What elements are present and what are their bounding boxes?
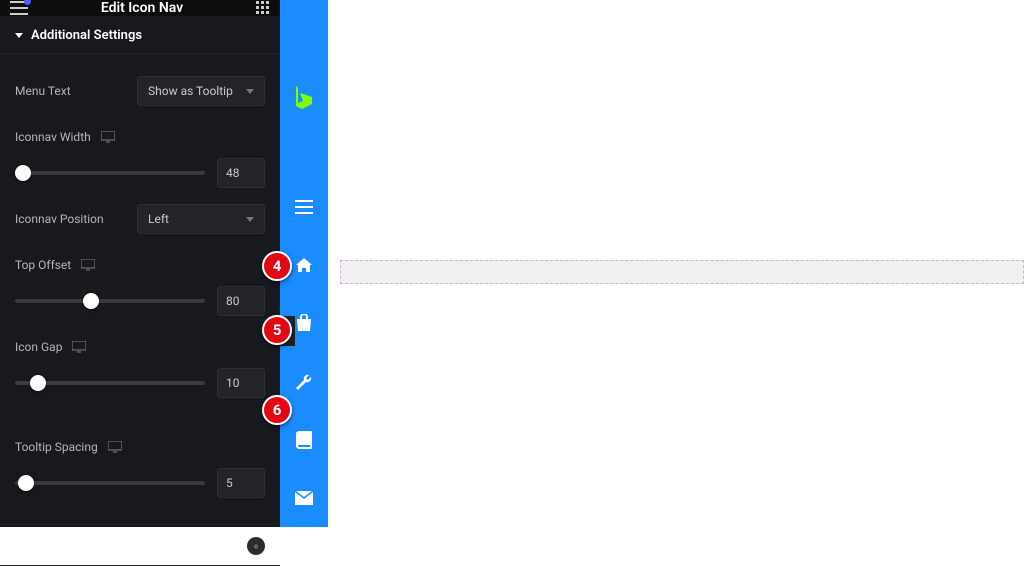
- selected-element-placeholder[interactable]: [340, 260, 1024, 284]
- caret-right-icon: [15, 542, 20, 550]
- slider-tooltip-spacing: 5: [15, 468, 265, 498]
- slider-track-top-offset[interactable]: [15, 291, 205, 311]
- apps-grid-icon[interactable]: [256, 1, 270, 15]
- panel-title: Edit Icon Nav: [28, 0, 256, 16]
- desktop-icon[interactable]: [108, 441, 122, 453]
- label-top-offset: Top Offset: [15, 258, 71, 272]
- slider-thumb[interactable]: [83, 293, 99, 309]
- label-menu-text: Menu Text: [15, 84, 71, 98]
- panel-header: Edit Icon Nav: [0, 0, 280, 16]
- nav-envelope-icon[interactable]: [280, 469, 328, 527]
- control-menu-text: Menu Text Show as Tooltip: [15, 76, 265, 106]
- chevron-down-icon: [246, 89, 254, 94]
- label-tooltip-spacing: Tooltip Spacing: [15, 440, 98, 454]
- select-value: Show as Tooltip: [148, 84, 233, 98]
- slider-thumb[interactable]: [15, 165, 31, 181]
- slider-track-icon-gap[interactable]: [15, 373, 205, 393]
- control-icon-gap: Icon Gap: [15, 332, 265, 362]
- slider-thumb[interactable]: [30, 375, 46, 391]
- slider-iconnav-width: 48: [15, 158, 265, 188]
- input-iconnav-width[interactable]: 48: [217, 158, 265, 188]
- preview-canvas: [328, 0, 1024, 527]
- control-iconnav-position: Iconnav Position Left: [15, 204, 265, 234]
- brand-logo-icon[interactable]: [290, 84, 318, 118]
- label-icon-gap: Icon Gap: [15, 340, 62, 354]
- input-tooltip-spacing[interactable]: 5: [217, 468, 265, 498]
- section-additional-settings[interactable]: Additional Settings: [0, 16, 280, 54]
- control-iconnav-width: Iconnav Width: [15, 122, 265, 152]
- editor-panel: Edit Icon Nav Additional Settings Menu T…: [0, 0, 280, 527]
- label-iconnav-position: Iconnav Position: [15, 212, 104, 226]
- slider-top-offset: 80: [15, 286, 265, 316]
- caret-down-icon: [15, 33, 23, 38]
- select-iconnav-position[interactable]: Left: [137, 204, 265, 234]
- annotation-4: 4: [262, 251, 292, 281]
- section-title: Additional Settings: [31, 28, 142, 43]
- desktop-icon[interactable]: [101, 131, 115, 143]
- control-tooltip-spacing: Tooltip Spacing: [15, 432, 265, 462]
- slider-track-tooltip-spacing[interactable]: [15, 473, 205, 493]
- select-menu-text[interactable]: Show as Tooltip: [137, 76, 265, 106]
- input-top-offset[interactable]: 80: [217, 286, 265, 316]
- select-value: Left: [148, 212, 169, 226]
- input-icon-gap[interactable]: 10: [217, 368, 265, 398]
- desktop-icon[interactable]: [72, 341, 86, 353]
- panel-body: Menu Text Show as Tooltip Iconnav Width …: [0, 54, 280, 524]
- label-iconnav-width: Iconnav Width: [15, 130, 91, 144]
- control-top-offset: Top Offset: [15, 250, 265, 280]
- svg-text:e: e: [254, 543, 258, 551]
- slider-thumb[interactable]: [18, 475, 34, 491]
- chevron-down-icon: [246, 217, 254, 222]
- desktop-icon[interactable]: [81, 259, 95, 271]
- dynamic-icon[interactable]: e: [247, 537, 265, 555]
- nav-menu-icon[interactable]: [280, 178, 328, 236]
- section-title: Notation: [29, 539, 79, 554]
- slider-track-iconnav-width[interactable]: [15, 163, 205, 183]
- slider-icon-gap: 10: [15, 368, 265, 398]
- annotation-6: 6: [262, 395, 292, 425]
- section-notation[interactable]: Notation e: [0, 524, 280, 566]
- annotation-5: 5: [262, 315, 292, 345]
